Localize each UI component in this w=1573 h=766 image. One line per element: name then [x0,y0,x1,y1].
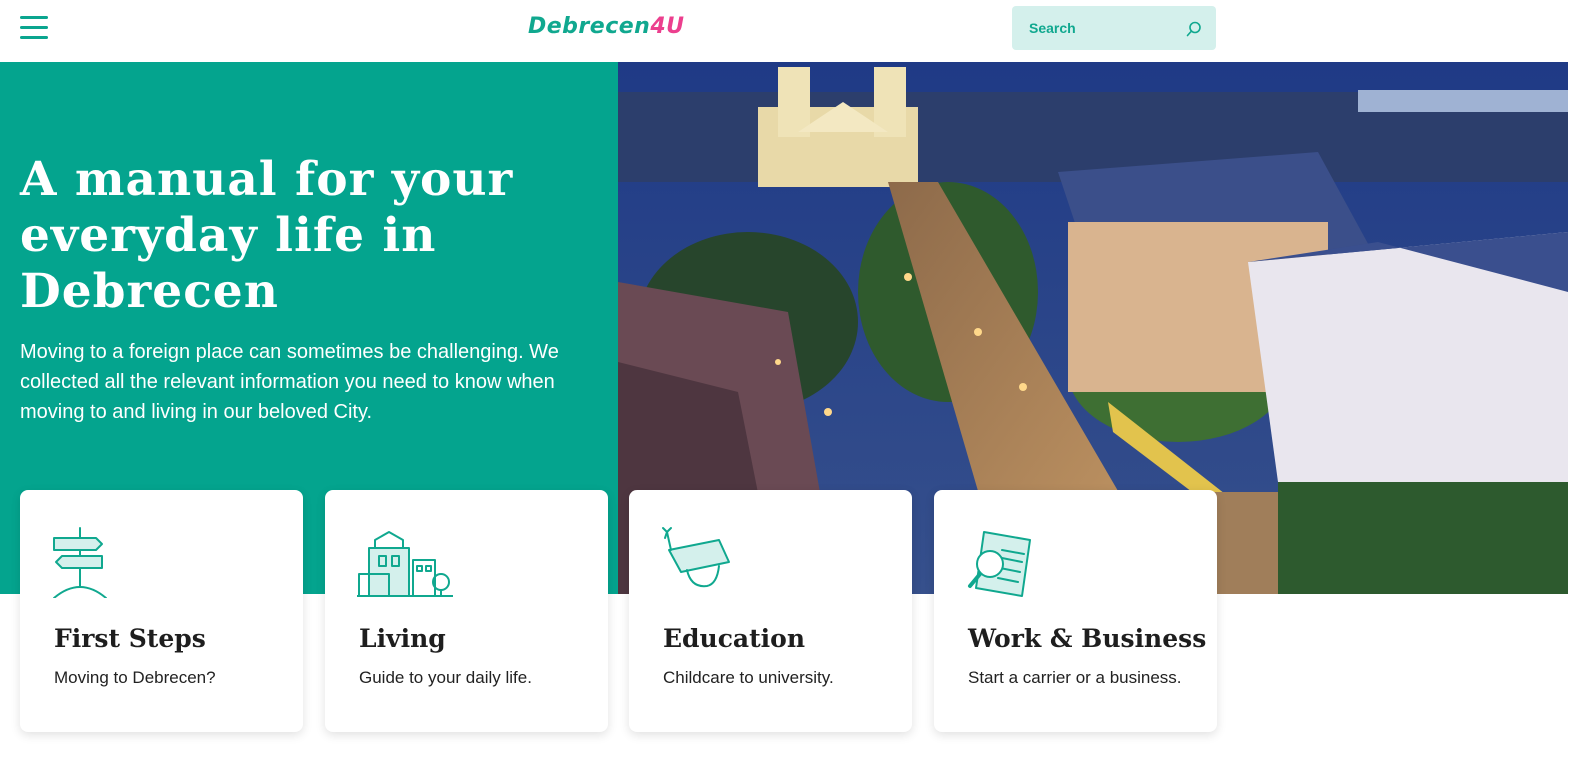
buildings-icon [357,531,453,597]
card-description: Childcare to university. [663,668,834,687]
card-description: Start a carrier or a business. [968,668,1182,687]
card-title: Education [663,624,806,653]
card-description: Moving to Debrecen? [54,668,216,687]
search-input[interactable] [1012,6,1182,50]
document-magnifier-icon [968,531,1031,597]
card-title: Living [359,624,446,653]
right-edge-strip [1568,62,1573,766]
card-work-business[interactable]: Work & Business Start a carrier or a bus… [934,490,1217,732]
card-first-steps[interactable]: First Steps Moving to Debrecen? [20,490,303,732]
top-navigation-bar: Debrecen4U [0,0,1573,62]
search-icon[interactable] [1185,20,1203,38]
card-living[interactable]: Living Guide to your daily life. [325,490,608,732]
logo-text-main: Debrecen [528,14,651,39]
signpost-icon [53,527,107,598]
card-description: Guide to your daily life. [359,668,532,687]
search-box [1012,6,1216,50]
card-title: Work & Business [968,624,1207,653]
card-title: First Steps [54,624,206,653]
graduation-cap-icon [662,527,730,588]
hamburger-menu-icon[interactable] [20,16,48,40]
logo-text-accent: 4U [650,14,685,39]
card-education[interactable]: Education Childcare to university. [629,490,912,732]
hero-title: A manual for your everyday life in Debre… [20,152,514,319]
hero-subtitle: Moving to a foreign place can sometimes … [20,341,559,423]
site-logo[interactable]: Debrecen4U [528,14,685,39]
